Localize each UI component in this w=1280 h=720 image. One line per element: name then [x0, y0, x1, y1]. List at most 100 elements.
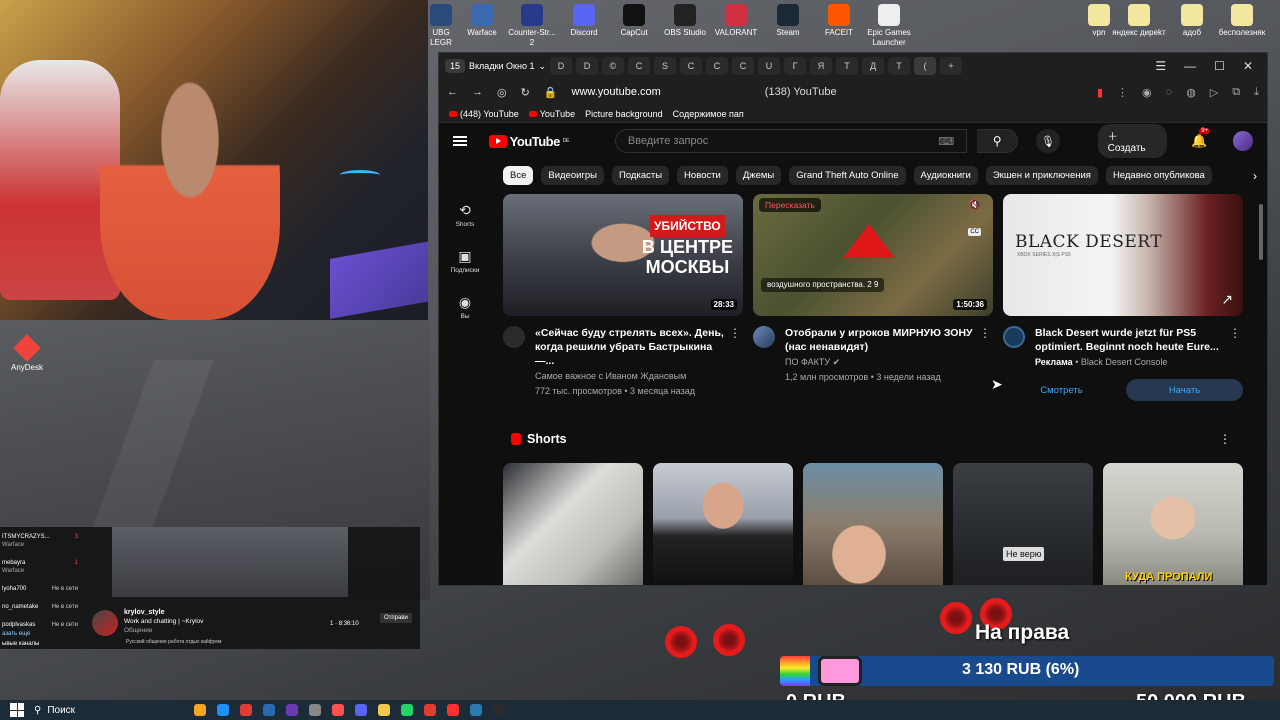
- back-icon[interactable]: ←: [447, 86, 458, 98]
- keyboard-icon[interactable]: ⌨: [938, 135, 954, 148]
- desktop-icon[interactable]: Counter-Str... 2: [505, 4, 559, 48]
- sidebar-item-you[interactable]: ◉ Вы: [449, 294, 481, 320]
- filter-chip[interactable]: Новости: [677, 166, 728, 185]
- video-title[interactable]: Отобрали у игроков МИРНУЮ ЗОНУ (нас нена…: [785, 326, 975, 354]
- browser-tab[interactable]: Г: [784, 57, 806, 75]
- ad-title[interactable]: Black Desert wurde jetzt für PS5 optimie…: [1035, 326, 1225, 354]
- browser-tab[interactable]: С: [680, 57, 702, 75]
- desktop-icon[interactable]: Steam: [761, 4, 815, 38]
- vpn-icon[interactable]: ◎: [497, 86, 507, 99]
- desktop-icon-anydesk[interactable]: AnyDesk: [10, 334, 44, 372]
- taskbar-app-icon[interactable]: [424, 704, 436, 716]
- bookmark-item[interactable]: Содержимое пап: [673, 109, 744, 119]
- more-icon[interactable]: ⋮: [1117, 86, 1128, 99]
- video-card[interactable]: УБИЙСТВО В ЦЕНТРЕ МОСКВЫ 28:33 «Сейчас б…: [503, 194, 743, 401]
- more-icon[interactable]: ⋮: [979, 326, 991, 340]
- browser-tab[interactable]: D: [550, 57, 572, 75]
- filter-chip[interactable]: Grand Theft Auto Online: [789, 166, 906, 185]
- desktop-icon[interactable]: бесполезняк: [1215, 4, 1269, 38]
- taskbar-app-icon[interactable]: [286, 704, 298, 716]
- filter-chip[interactable]: Видеоигры: [541, 166, 605, 185]
- minimize-button[interactable]: —: [1184, 59, 1196, 73]
- channel-avatar[interactable]: [1003, 326, 1025, 348]
- browser-tab[interactable]: С: [706, 57, 728, 75]
- chat-user-row[interactable]: ITSMYCRAZYS... Warface 3: [2, 533, 78, 549]
- watch-button[interactable]: Смотреть: [1003, 379, 1120, 401]
- ad-card[interactable]: BLACK DESERT XBOX SERIES X|S PS5 ↗ Black…: [1003, 194, 1243, 401]
- taskbar-app-icon[interactable]: [447, 704, 459, 716]
- desktop-icon[interactable]: OBS Studio: [658, 4, 712, 38]
- show-more-link[interactable]: азать еще: [2, 631, 30, 637]
- short-thumbnail[interactable]: КУДА ПРОПАЛИ: [1103, 463, 1243, 585]
- scrollbar[interactable]: [1259, 204, 1263, 260]
- workspace-count[interactable]: 15: [445, 59, 466, 73]
- streamer-name[interactable]: krylov_style: [124, 608, 203, 617]
- chat-user-row[interactable]: no_nametake Не в сети: [2, 603, 78, 611]
- channel-name[interactable]: • Black Desert Console: [1075, 357, 1167, 367]
- taskbar-search[interactable]: ⚲ Поиск: [34, 705, 154, 716]
- video-card[interactable]: Пересказать 🔇 CC воздушного пространства…: [753, 194, 993, 401]
- taskbar-app-icon[interactable]: [355, 704, 367, 716]
- video-thumbnail[interactable]: Пересказать 🔇 CC воздушного пространства…: [753, 194, 993, 316]
- taskbar-app-icon[interactable]: [194, 704, 206, 716]
- more-icon[interactable]: ⋮: [1219, 432, 1231, 446]
- close-button[interactable]: ✕: [1243, 59, 1253, 73]
- start-button[interactable]: Начать: [1126, 379, 1243, 401]
- taskbar-app-icon[interactable]: [493, 704, 505, 716]
- short-thumbnail[interactable]: [803, 463, 943, 585]
- browser-tab[interactable]: С: [732, 57, 754, 75]
- desktop-icon[interactable]: VALORANT: [709, 4, 763, 38]
- maximize-button[interactable]: ☐: [1214, 59, 1225, 73]
- search-button[interactable]: ⚲: [977, 129, 1019, 153]
- bookmark-icon[interactable]: ▮: [1097, 86, 1103, 99]
- bookmark-item[interactable]: YouTube: [528, 109, 575, 119]
- sidebar-item-shorts[interactable]: ⟲ Shorts: [449, 202, 481, 228]
- filter-chip[interactable]: Джемы: [735, 166, 782, 185]
- browser-tab[interactable]: ©: [602, 57, 624, 75]
- taskbar-app-icon[interactable]: [378, 704, 390, 716]
- taskbar-app-icon[interactable]: [309, 704, 321, 716]
- browser-tab[interactable]: U: [758, 57, 780, 75]
- short-thumbnail[interactable]: Не верю: [953, 463, 1093, 585]
- filter-chip[interactable]: Экшен и приключения: [985, 166, 1098, 185]
- channel-name[interactable]: ПО ФАКТУ ✔: [785, 356, 975, 369]
- taskbar-app-icon[interactable]: [470, 704, 482, 716]
- new-tab-button[interactable]: +: [940, 57, 962, 75]
- globe-icon[interactable]: ◍: [1186, 86, 1196, 99]
- hamburger-menu-icon[interactable]: [453, 136, 467, 146]
- extension-icon[interactable]: ◉: [1142, 86, 1152, 99]
- chat-user-row[interactable]: mebayra Warface 1: [2, 559, 78, 575]
- summarize-pill[interactable]: Пересказать: [759, 198, 821, 212]
- filter-chip[interactable]: Аудиокниги: [913, 166, 978, 185]
- notifications-button[interactable]: 🔔 9+: [1191, 128, 1211, 149]
- external-link-icon[interactable]: ↗: [1221, 291, 1233, 308]
- menu-icon[interactable]: ☰: [1155, 59, 1166, 73]
- voice-search-button[interactable]: 🎙: [1036, 129, 1060, 153]
- youtube-logo[interactable]: YouTube DE: [488, 134, 569, 149]
- channel-name[interactable]: Самое важное с Иваном Ждановым: [535, 370, 725, 383]
- more-icon[interactable]: ⋮: [729, 326, 741, 340]
- more-icon[interactable]: ⋮: [1229, 326, 1241, 340]
- workspace-label[interactable]: Вкладки Окно 1: [469, 61, 534, 71]
- taskbar-app-icon[interactable]: [217, 704, 229, 716]
- chevron-right-icon[interactable]: ›: [1253, 169, 1257, 183]
- send-button[interactable]: Отправи: [380, 613, 412, 623]
- chat-user-row[interactable]: lyoha700 Не в сети: [2, 585, 78, 593]
- desktop-icon[interactable]: Warface: [455, 4, 509, 38]
- chevron-down-icon[interactable]: ⌄: [538, 61, 546, 72]
- lock-icon[interactable]: 🔒: [544, 86, 558, 99]
- avatar[interactable]: [1233, 131, 1253, 151]
- video-thumbnail[interactable]: УБИЙСТВО В ЦЕНТРЕ МОСКВЫ 28:33: [503, 194, 743, 316]
- short-thumbnail[interactable]: [503, 463, 643, 585]
- desktop-icon[interactable]: Epic Games Launcher: [862, 4, 916, 48]
- extension-icon[interactable]: ⧉: [1232, 86, 1240, 99]
- chat-user-row[interactable]: podplvaskas Не в сети: [2, 621, 78, 629]
- browser-tab[interactable]: Я: [810, 57, 832, 75]
- channel-avatar[interactable]: [503, 326, 525, 348]
- taskbar-app-icon[interactable]: [401, 704, 413, 716]
- taskbar-app-icon[interactable]: [263, 704, 275, 716]
- sidebar-item-subscriptions[interactable]: ▣ Подписки: [449, 248, 481, 274]
- extension-icon[interactable]: ◌: [1166, 86, 1173, 99]
- browser-tab[interactable]: Д: [862, 57, 884, 75]
- desktop-icon[interactable]: UBG LEGR: [430, 4, 452, 48]
